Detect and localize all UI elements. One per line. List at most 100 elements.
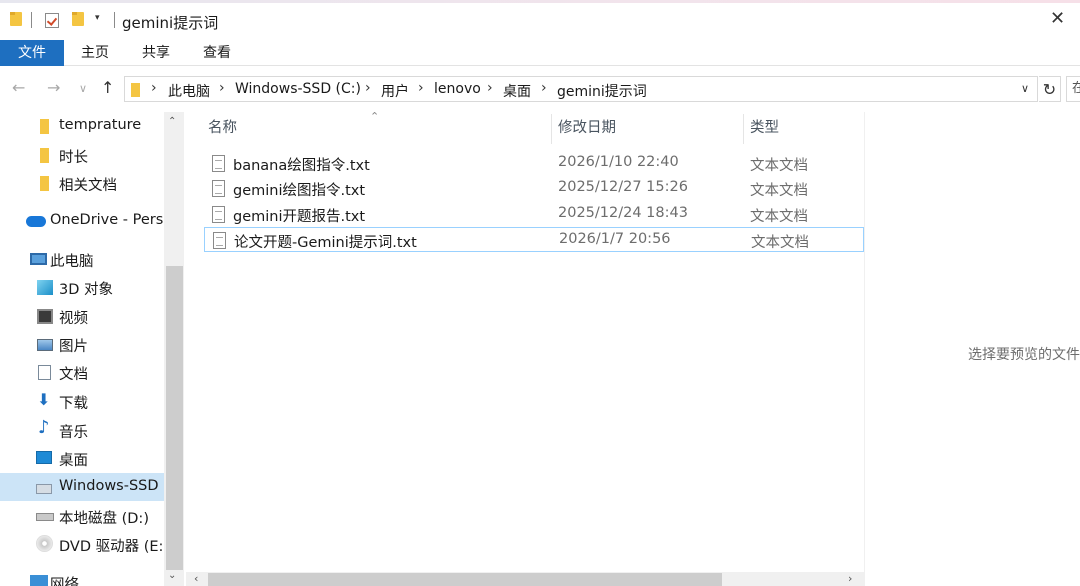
nav-item-desktop[interactable]: 桌面 [0,444,164,472]
nav-item-duration[interactable]: 时长 [0,141,164,169]
nav-item-related-docs[interactable]: 相关文档 [0,169,164,197]
customize-toolbar-dropdown-icon[interactable]: ▾ [95,13,100,23]
text-file-icon [212,155,225,172]
address-row: ← → ∨ ↑ › 此电脑 › Windows-SSD (C:) › 用户 › … [0,74,1080,104]
scroll-up-icon[interactable]: ⌃ [168,116,176,127]
tab-file[interactable]: 文件 [0,40,64,66]
nav-item-documents[interactable]: 文档 [0,358,164,386]
ribbon-tabs: 文件 主页 共享 查看 [0,40,1080,66]
nav-item-label: 文档 [59,367,88,383]
breadcrumb-drive-c[interactable]: Windows-SSD (C:) [235,81,361,97]
text-file-icon [213,232,226,249]
nav-item-this-pc[interactable]: 此电脑 [0,245,164,273]
network-icon [30,575,48,586]
breadcrumb-desktop[interactable]: 桌面 [503,81,531,101]
breadcrumb-lenovo[interactable]: lenovo [434,81,481,97]
file-row[interactable]: banana绘图指令.txt 2026/1/10 22:40 文本文档 [204,151,864,176]
file-type: 文本文档 [750,183,808,199]
nav-item-downloads[interactable]: ⬇ 下载 [0,387,164,415]
documents-icon [38,365,51,380]
new-folder-icon[interactable] [72,12,84,26]
scroll-down-icon[interactable]: ⌄ [168,570,176,581]
scrollbar-thumb[interactable] [208,573,722,586]
file-row-focused[interactable]: 论文开题-Gemini提示词.txt 2026/1/7 20:56 文本文档 [204,227,864,252]
properties-icon[interactable] [45,13,59,28]
search-input[interactable]: 在 [1066,76,1080,102]
address-bar[interactable]: › 此电脑 › Windows-SSD (C:) › 用户 › lenovo ›… [124,76,1038,102]
tab-share[interactable]: 共享 [141,40,171,66]
up-arrow-icon[interactable]: ↑ [101,78,114,97]
nav-item-dvd-drive[interactable]: DVD 驱动器 (E:) [0,530,164,558]
nav-item-temprature[interactable]: temprature [0,112,164,140]
forward-arrow-icon[interactable]: → [47,78,60,97]
3d-objects-icon [37,280,53,295]
file-name: 论文开题-Gemini提示词.txt [234,235,417,251]
nav-item-label: 图片 [59,339,88,355]
address-folder-icon [131,83,140,97]
dvd-drive-icon [36,535,53,552]
file-name: gemini绘图指令.txt [233,183,366,199]
preview-placeholder-text: 选择要预览的文件 [968,347,1080,363]
column-divider[interactable] [551,114,552,144]
sort-ascending-icon: ⌃ [370,110,380,123]
preview-pane: 选择要预览的文件 [864,112,1080,586]
breadcrumb-separator-icon[interactable]: › [487,80,493,96]
recent-locations-chevron-icon[interactable]: ∨ [79,82,87,95]
close-icon[interactable]: ✕ [1050,8,1065,29]
quick-access-separator [31,12,32,28]
scroll-right-icon[interactable]: › [848,572,852,585]
address-history-chevron-icon[interactable]: ∨ [1021,82,1029,95]
breadcrumb-separator-icon[interactable]: › [418,80,424,96]
column-header-type[interactable]: 类型 [750,112,779,144]
nav-item-label: 此电脑 [50,254,94,270]
breadcrumb-users[interactable]: 用户 [381,81,409,101]
file-row[interactable]: gemini开题报告.txt 2025/12/24 18:43 文本文档 [204,202,864,227]
nav-item-3d-objects[interactable]: 3D 对象 [0,273,164,301]
hard-drive-icon [36,513,54,521]
onedrive-cloud-icon [26,216,46,227]
scroll-left-icon[interactable]: ‹ [194,572,198,585]
breadcrumb-this-pc[interactable]: 此电脑 [168,81,210,101]
tab-view[interactable]: 查看 [202,40,232,66]
file-modified: 2026/1/7 20:56 [559,231,671,247]
nav-item-network[interactable]: 网络 [0,568,164,586]
file-type: 文本文档 [750,209,808,225]
nav-item-videos[interactable]: 视频 [0,302,164,330]
title-bar: ▾ gemini提示词 ✕ [0,0,1080,38]
nav-item-pictures[interactable]: 图片 [0,330,164,358]
back-arrow-icon[interactable]: ← [12,78,25,97]
nav-item-onedrive[interactable]: OneDrive - Personal [0,207,164,235]
folder-icon [40,176,49,191]
tab-home[interactable]: 主页 [80,40,110,66]
file-row[interactable]: gemini绘图指令.txt 2025/12/27 15:26 文本文档 [204,176,864,201]
title-separator [114,12,115,28]
nav-item-windows-ssd[interactable]: Windows-SSD (C:) [0,473,164,501]
file-list-horizontal-scrollbar[interactable]: ‹ › [186,572,864,586]
videos-icon [37,309,53,324]
music-icon: ♪ [38,417,50,438]
file-name: gemini开题报告.txt [233,209,366,225]
nav-item-label: 相关文档 [59,178,117,194]
title-bar-accent-line [0,0,1080,3]
file-modified: 2025/12/27 15:26 [558,179,688,195]
breadcrumb-separator-icon[interactable]: › [541,80,547,96]
column-header-modified[interactable]: 修改日期 [558,112,616,144]
file-type: 文本文档 [750,158,808,174]
nav-item-music[interactable]: ♪ 音乐 [0,416,164,444]
file-modified: 2025/12/24 18:43 [558,205,688,221]
navigation-scrollbar[interactable]: ⌃ ⌄ [164,112,184,586]
breadcrumb-separator-icon[interactable]: › [365,80,371,96]
column-header-name[interactable]: 名称 [208,112,237,144]
nav-item-local-disk-d[interactable]: 本地磁盘 (D:) [0,502,164,530]
file-type: 文本文档 [751,235,809,251]
scrollbar-thumb[interactable] [166,266,183,570]
breadcrumb-separator-icon[interactable]: › [219,80,225,96]
nav-item-label: 音乐 [59,425,88,441]
this-pc-icon [30,253,47,265]
refresh-icon[interactable]: ↻ [1039,76,1061,102]
nav-item-label: 时长 [59,150,88,166]
column-divider[interactable] [743,114,744,144]
breadcrumb-separator-icon[interactable]: › [151,80,157,96]
ssd-drive-icon [36,484,52,494]
breadcrumb-current-folder[interactable]: gemini提示词 [557,81,647,101]
